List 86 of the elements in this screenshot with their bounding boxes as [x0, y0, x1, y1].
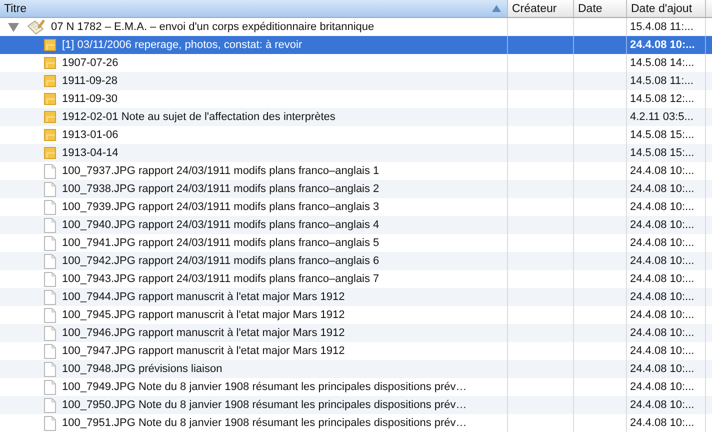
title-cell: 1907-07-26: [62, 57, 118, 69]
title-cell: 100_7949.JPG Note du 8 janvier 1908 résumant les principales dispositions prév…: [62, 381, 467, 393]
note-icon: [44, 111, 56, 123]
date-added-cell: 24.4.08 10:...: [630, 345, 694, 357]
date-added-cell: 24.4.08 10:...: [630, 219, 694, 231]
title-cell: 100_7946.JPG rapport manuscrit à l'etat major Mars 1912: [62, 327, 345, 339]
page-icon: [44, 362, 56, 376]
title-cell: 1912-02-01 Note au sujet de l'affectation des interprètes: [62, 111, 336, 123]
title-cell: 100_7950.JPG Note du 8 janvier 1908 résumant les principales dispositions prév…: [62, 399, 467, 411]
title-cell: 1913-04-14: [62, 147, 118, 159]
date-added-cell: 14.5.08 15:...: [630, 129, 694, 141]
date-added-cell: 24.4.08 10:...: [630, 327, 694, 339]
notepad-pencil-icon: [27, 19, 45, 35]
title-cell: [1] 03/11/2006 reperage, photos, constat: à revoir: [62, 39, 302, 51]
table-row[interactable]: 1912-02-01 Note au sujet de l'affectation des interprètes 4.2.11 03:5...: [0, 108, 712, 126]
page-icon: [44, 380, 56, 394]
sort-ascending-icon: [492, 5, 501, 12]
title-cell: 100_7938.JPG rapport 24/03/1911 modifs plans franco–anglais 2: [62, 183, 380, 195]
page-icon: [44, 254, 56, 268]
page-icon: [44, 308, 56, 322]
table-row[interactable]: 100_7938.JPG rapport 24/03/1911 modifs plans franco–anglais 2 24.4.08 10:...: [0, 180, 712, 198]
table-row[interactable]: 100_7950.JPG Note du 8 janvier 1908 résumant les principales dispositions prév… 24.4.08 10:...: [0, 396, 712, 414]
page-icon: [44, 326, 56, 340]
date-added-cell: 15.4.08 11:...: [630, 21, 694, 33]
note-icon: [44, 57, 56, 69]
date-added-cell: 24.4.08 10:...: [630, 399, 694, 411]
title-cell: 100_7939.JPG rapport 24/03/1911 modifs plans franco–anglais 3: [62, 201, 380, 213]
expanded-triangle-icon[interactable]: [8, 22, 19, 32]
page-icon: [44, 200, 56, 214]
table-row[interactable]: 100_7940.JPG rapport 24/03/1911 modifs plans franco–anglais 4 24.4.08 10:...: [0, 216, 712, 234]
table-row[interactable]: 100_7944.JPG rapport manuscrit à l'etat major Mars 1912 24.4.08 10:...: [0, 288, 712, 306]
date-added-cell: 24.4.08 10:...: [630, 273, 694, 285]
table-row[interactable]: 100_7948.JPG prévisions liaison 24.4.08 10:...: [0, 360, 712, 378]
page-icon: [44, 272, 56, 286]
date-added-cell: 24.4.08 10:...: [630, 255, 694, 267]
date-added-cell: 24.4.08 10:...: [630, 291, 694, 303]
date-added-cell: 24.4.08 10:...: [630, 237, 694, 249]
title-cell: 100_7937.JPG rapport 24/03/1911 modifs plans franco–anglais 1: [62, 165, 380, 177]
note-icon: [44, 93, 56, 105]
date-added-cell: 24.4.08 10:...: [630, 165, 694, 177]
date-added-cell: 24.4.08 10:...: [630, 417, 694, 429]
page-icon: [44, 236, 56, 250]
note-icon: [44, 147, 56, 159]
note-icon: [44, 39, 56, 51]
column-header[interactable]: Date: [574, 0, 627, 17]
table-row[interactable]: 1913-04-14 14.5.08 15:...: [0, 144, 712, 162]
note-icon: [44, 129, 56, 141]
page-icon: [44, 164, 56, 178]
date-added-cell: 14.5.08 15:...: [630, 147, 694, 159]
title-cell: 100_7948.JPG prévisions liaison: [62, 363, 222, 375]
note-icon: [44, 75, 56, 87]
title-cell: 07 N 1782 – E.M.A. – envoi d'un corps expéditionnaire britannique: [51, 21, 374, 33]
table-row[interactable]: [1] 03/11/2006 reperage, photos, constat: à revoir 24.4.08 10:...: [0, 36, 712, 54]
title-cell: 100_7944.JPG rapport manuscrit à l'etat major Mars 1912: [62, 291, 345, 303]
title-cell: 100_7940.JPG rapport 24/03/1911 modifs plans franco–anglais 4: [62, 219, 380, 231]
date-added-cell: 14.5.08 14:...: [630, 57, 694, 69]
date-added-cell: 24.4.08 10:...: [630, 309, 694, 321]
page-icon: [44, 344, 56, 358]
title-cell: 100_7943.JPG rapport 24/03/1911 modifs plans franco–anglais 7: [62, 273, 380, 285]
title-cell: 100_7951.JPG Note du 8 janvier 1908 résumant les principales dispositions prév…: [62, 417, 467, 429]
column-header[interactable]: Créateur: [508, 0, 574, 17]
date-added-cell: 4.2.11 03:5...: [630, 111, 694, 123]
column-header[interactable]: Date d'ajout: [627, 0, 706, 17]
table-row[interactable]: 1911-09-28 14.5.08 11:...: [0, 72, 712, 90]
date-added-cell: 14.5.08 11:...: [630, 75, 694, 87]
title-cell: 1911-09-28: [62, 75, 118, 87]
date-added-cell: 24.4.08 10:...: [630, 39, 695, 51]
table-row[interactable]: 100_7942.JPG rapport 24/03/1911 modifs plans franco–anglais 6 24.4.08 10:...: [0, 252, 712, 270]
date-added-cell: 24.4.08 10:...: [630, 381, 694, 393]
title-cell: 1911-09-30: [62, 93, 118, 105]
date-added-cell: 24.4.08 10:...: [630, 183, 694, 195]
page-icon: [44, 290, 56, 304]
table-row[interactable]: 100_7946.JPG rapport manuscrit à l'etat major Mars 1912 24.4.08 10:...: [0, 324, 712, 342]
title-cell: 100_7941.JPG rapport 24/03/1911 modifs plans franco–anglais 5: [62, 237, 380, 249]
date-added-cell: 24.4.08 10:...: [630, 201, 694, 213]
page-icon: [44, 398, 56, 412]
title-cell: 100_7947.JPG rapport manuscrit à l'etat major Mars 1912: [62, 345, 345, 357]
page-icon: [44, 218, 56, 232]
title-cell: 100_7942.JPG rapport 24/03/1911 modifs plans franco–anglais 6: [62, 255, 380, 267]
date-added-cell: 14.5.08 12:...: [630, 93, 694, 105]
page-icon: [44, 182, 56, 196]
title-cell: 100_7945.JPG rapport manuscrit à l'etat major Mars 1912: [62, 309, 345, 321]
title-cell: 1913-01-06: [62, 129, 118, 141]
page-icon: [44, 416, 56, 430]
date-added-cell: 24.4.08 10:...: [630, 363, 694, 375]
column-header[interactable]: Titre: [0, 0, 508, 17]
